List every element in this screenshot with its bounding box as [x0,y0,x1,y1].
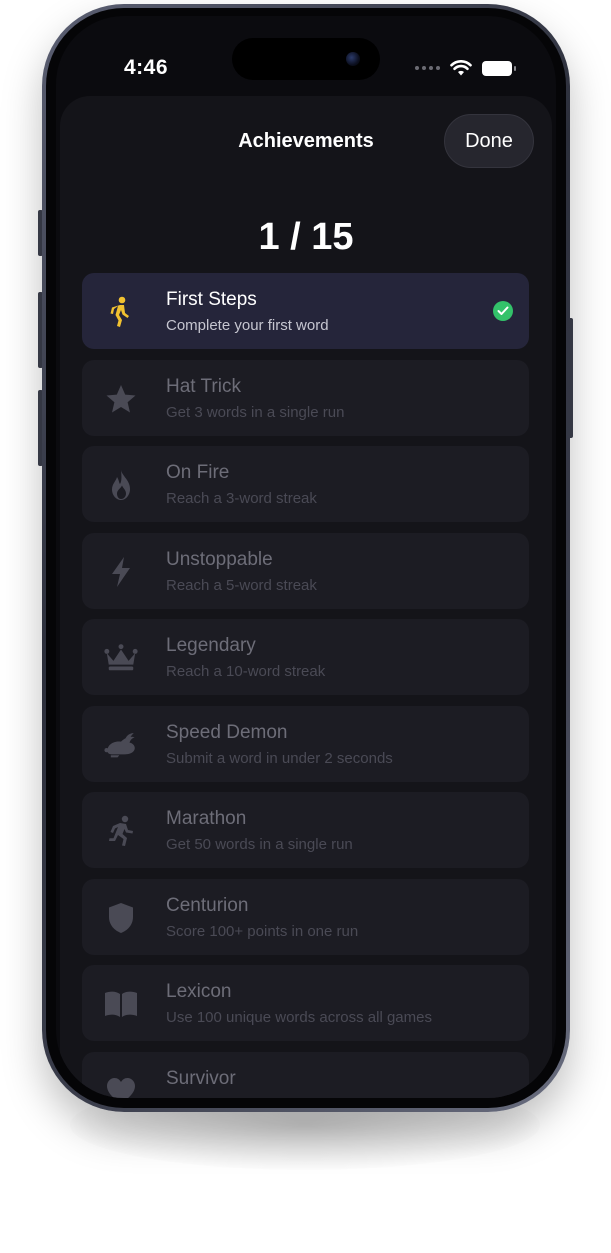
achievements-sheet: Achievements Done 1 / 15 First Steps Com… [60,96,552,1098]
achievement-description: Score 100+ points in one run [166,922,359,940]
achievement-description: Complete your first word [166,317,329,334]
achievement-title: Marathon [166,808,247,829]
achievement-title: Lexicon [166,981,232,1002]
achievement-row-marathon[interactable]: Marathon Get 50 words in a single run [82,792,529,868]
heart-icon [104,1074,138,1098]
dynamic-island [232,38,380,80]
status-indicators [415,60,516,76]
book-icon [104,987,138,1021]
achievement-title: First Steps [166,289,257,310]
achievement-description: Submit a word in under 2 seconds [166,749,393,767]
achievement-title: Survivor [166,1067,236,1089]
crown-icon [104,641,138,675]
achievement-row-centurion[interactable]: Centurion Score 100+ points in one run [82,878,529,955]
achievement-row-legendary[interactable]: Legendary Reach a 10-word streak [82,619,529,695]
achievement-row-hat-trick[interactable]: Hat Trick Get 3 words in a single run [82,359,529,436]
wifi-icon [450,60,472,76]
achievement-title: Hat Trick [166,375,241,397]
achievement-description: Reach a 10-word streak [166,663,326,680]
walking-figure-icon [104,295,138,329]
flame-icon [104,468,138,502]
achievement-description: Reach a 3-word streak [166,490,317,507]
achievement-progress: 1 / 15 [258,216,354,258]
achievement-description: Use 100 unique words across all games [166,1009,432,1026]
achievement-row-on-fire[interactable]: On Fire Reach a 3-word streak [82,446,529,522]
rabbit-icon [104,728,138,762]
done-button[interactable]: Done [444,114,534,168]
shield-icon [104,901,138,935]
achievement-row-lexicon[interactable]: Lexicon Use 100 unique words across all … [82,965,529,1041]
phone-screen: 4:46 Achievements Done 1 / 15 First Step… [56,16,556,1098]
achievement-row-speed-demon[interactable]: Speed Demon Submit a word in under 2 sec… [82,705,529,782]
achievement-title: Unstoppable [166,548,273,570]
achievement-title: Legendary [166,635,256,656]
running-figure-icon [104,814,138,848]
status-time: 4:46 [124,56,169,79]
camera-icon [346,52,360,66]
signal-dots-icon [415,66,440,70]
achievement-row-first-steps[interactable]: First Steps Complete your first word [82,273,529,349]
achievement-title: On Fire [166,462,230,483]
achievement-title: Centurion [166,894,249,916]
lightning-bolt-icon [104,555,138,589]
achievement-row-survivor[interactable]: Survivor [82,1051,529,1098]
achievement-description: Reach a 5-word streak [166,576,317,594]
checkmark-icon [493,301,513,321]
battery-icon [482,60,516,76]
achievement-description: Get 50 words in a single run [166,836,353,853]
achievement-title: Speed Demon [166,721,288,743]
achievement-description: Get 3 words in a single run [166,403,345,421]
star-icon [104,382,138,416]
achievement-row-unstoppable[interactable]: Unstoppable Reach a 5-word streak [82,532,529,609]
achievements-list[interactable]: First Steps Complete your first word Hat… [82,273,529,1098]
device-mockup: 4:46 Achievements Done 1 / 15 First Step… [0,0,611,1253]
